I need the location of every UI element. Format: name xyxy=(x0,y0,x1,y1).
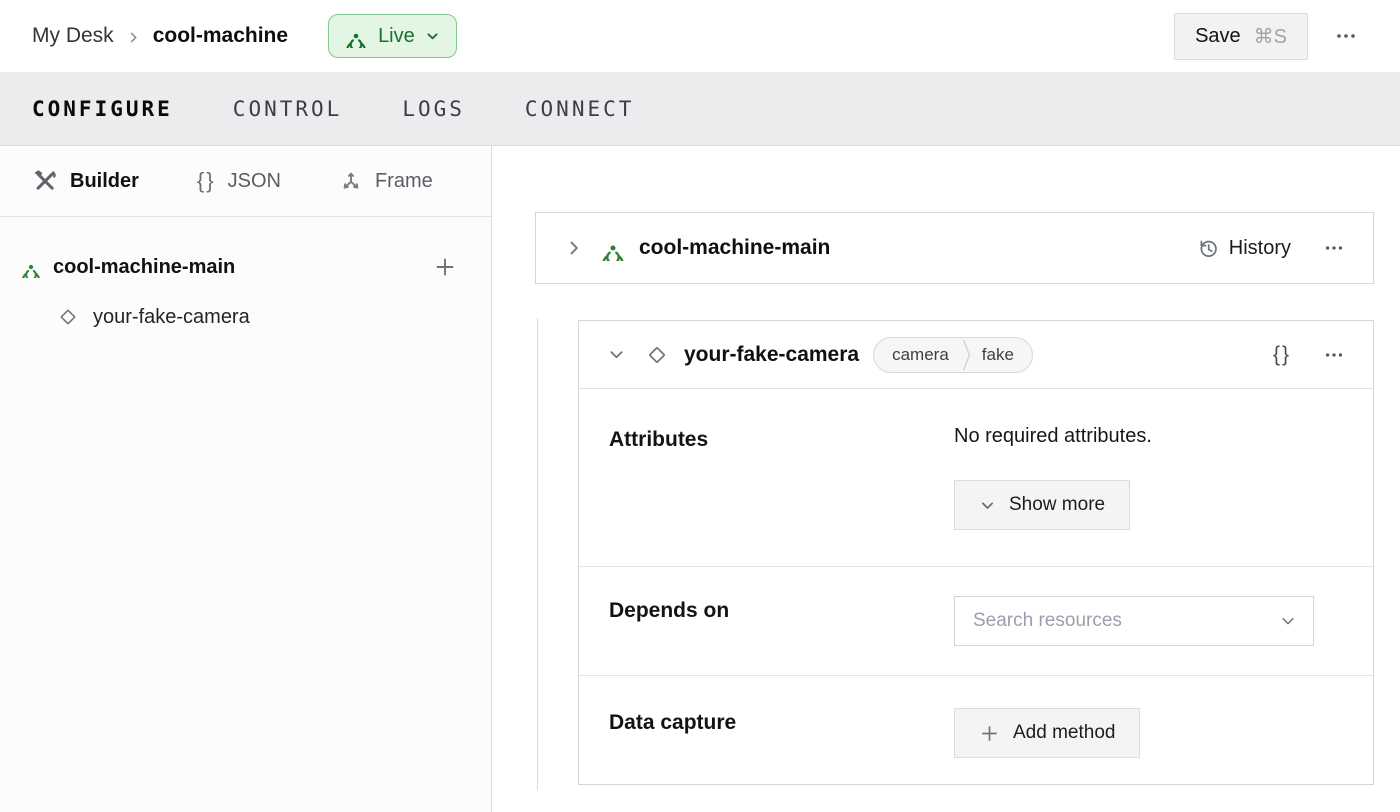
ellipsis-icon xyxy=(1323,344,1345,366)
top-header: My Desk cool-machine Live Save ⌘S xyxy=(0,0,1400,72)
braces-icon: {} xyxy=(1273,343,1291,366)
machine-broadcast-icon xyxy=(20,256,42,278)
show-more-button[interactable]: Show more xyxy=(954,480,1130,530)
resource-model: fake xyxy=(972,345,1032,365)
view-tab-json[interactable]: {} JSON xyxy=(197,168,281,194)
save-button[interactable]: Save ⌘S xyxy=(1174,13,1308,60)
add-method-label: Add method xyxy=(1013,722,1115,744)
machine-status-dropdown[interactable]: Live xyxy=(328,14,457,58)
resource-json-button[interactable]: {} xyxy=(1273,343,1291,367)
plus-icon xyxy=(979,723,1000,744)
chevron-down-icon xyxy=(979,497,996,514)
badge-divider-icon xyxy=(961,338,972,372)
tree-machine-label: cool-machine-main xyxy=(53,256,429,279)
live-status-label: Live xyxy=(378,25,415,48)
resource-card-collapse-button[interactable] xyxy=(605,343,628,366)
attributes-section: Attributes No required attributes. Show … xyxy=(579,389,1373,566)
history-label: History xyxy=(1229,237,1291,260)
view-tab-frame[interactable]: Frame xyxy=(339,169,433,193)
view-mode-tabs: Builder {} JSON Frame xyxy=(0,146,491,217)
view-tab-builder[interactable]: Builder xyxy=(32,168,139,194)
plus-icon xyxy=(433,255,457,279)
configure-sidebar: Builder {} JSON Frame xyxy=(0,146,492,812)
configure-main-panel: cool-machine-main History your-fake xyxy=(492,146,1400,812)
header-actions: Save ⌘S xyxy=(1174,13,1364,60)
tab-connect[interactable]: CONNECT xyxy=(525,97,635,121)
resource-card-header: your-fake-camera camera fake {} xyxy=(579,321,1373,389)
history-clock-icon xyxy=(1197,237,1220,260)
breadcrumb: My Desk cool-machine Live xyxy=(32,14,457,58)
data-capture-section: Data capture Add method xyxy=(579,675,1373,786)
depends-on-select[interactable]: Search resources xyxy=(954,596,1314,646)
resource-card-menu-button[interactable] xyxy=(1317,338,1351,372)
chevron-down-icon xyxy=(607,345,626,364)
resource-card-title: your-fake-camera xyxy=(684,343,859,367)
machine-card-expand-button[interactable] xyxy=(562,236,586,260)
resource-tree: cool-machine-main your-fake-camera xyxy=(0,217,491,337)
attributes-empty-text: No required attributes. xyxy=(954,425,1343,448)
machine-card-title: cool-machine-main xyxy=(639,236,1197,260)
resource-type: camera xyxy=(874,345,961,365)
history-button[interactable]: History xyxy=(1197,237,1291,260)
depends-on-label: Depends on xyxy=(609,596,954,675)
tree-camera-label: your-fake-camera xyxy=(93,306,250,329)
breadcrumb-parent[interactable]: My Desk xyxy=(32,24,114,48)
content-area: Builder {} JSON Frame xyxy=(0,146,1400,812)
breadcrumb-separator-icon xyxy=(126,30,141,45)
attributes-label: Attributes xyxy=(609,425,954,566)
axes-icon xyxy=(339,169,363,193)
machine-card: cool-machine-main History xyxy=(535,212,1374,284)
braces-icon: {} xyxy=(197,168,216,194)
tab-logs[interactable]: LOGS xyxy=(402,97,465,121)
depends-on-section: Depends on Search resources xyxy=(579,566,1373,675)
add-component-button[interactable] xyxy=(429,251,461,283)
header-overflow-menu-button[interactable] xyxy=(1328,18,1364,54)
view-tab-label: Frame xyxy=(375,170,433,193)
resource-type-badge: camera fake xyxy=(873,337,1033,373)
ellipsis-icon xyxy=(1334,24,1358,48)
show-more-label: Show more xyxy=(1009,494,1105,516)
view-tab-label: JSON xyxy=(228,170,281,193)
tab-control[interactable]: CONTROL xyxy=(233,97,343,121)
tree-item-camera[interactable]: your-fake-camera xyxy=(0,297,491,337)
chevron-down-icon xyxy=(425,29,440,44)
component-diamond-icon xyxy=(56,305,80,329)
machine-broadcast-icon xyxy=(600,235,626,261)
component-diamond-icon xyxy=(644,342,670,368)
select-chevron-down-icon xyxy=(1279,612,1297,630)
tree-item-machine[interactable]: cool-machine-main xyxy=(0,245,491,289)
tab-configure[interactable]: CONFIGURE xyxy=(32,97,173,121)
machine-card-menu-button[interactable] xyxy=(1317,231,1351,265)
breadcrumb-current: cool-machine xyxy=(153,24,288,48)
view-tab-label: Builder xyxy=(70,170,139,193)
live-broadcast-icon xyxy=(344,24,368,48)
tree-connector-line xyxy=(537,318,538,790)
data-capture-label: Data capture xyxy=(609,708,954,786)
save-label: Save xyxy=(1195,25,1241,48)
tools-icon xyxy=(32,168,58,194)
ellipsis-icon xyxy=(1323,237,1345,259)
main-nav-tabs: CONFIGURE CONTROL LOGS CONNECT xyxy=(0,72,1400,146)
save-shortcut: ⌘S xyxy=(1254,24,1287,49)
add-method-button[interactable]: Add method xyxy=(954,708,1140,758)
chevron-right-icon xyxy=(564,238,584,258)
resource-card: your-fake-camera camera fake {} Attribut… xyxy=(578,320,1374,785)
depends-on-placeholder: Search resources xyxy=(973,610,1279,632)
